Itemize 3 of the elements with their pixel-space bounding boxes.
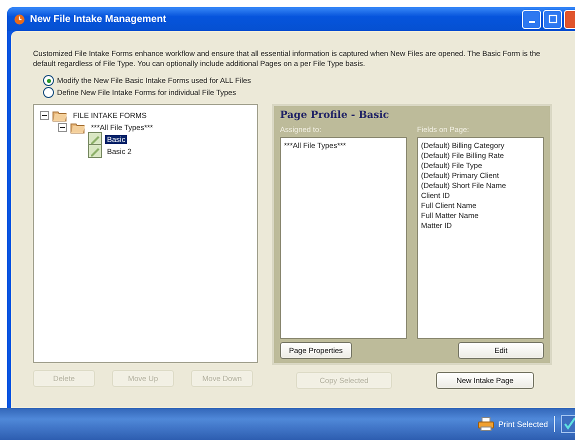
print-selected-link[interactable]: Print Selected (498, 420, 548, 428)
panel-title: Page Profile - Basic (280, 110, 390, 121)
window-title: New File Intake Management (30, 14, 166, 24)
